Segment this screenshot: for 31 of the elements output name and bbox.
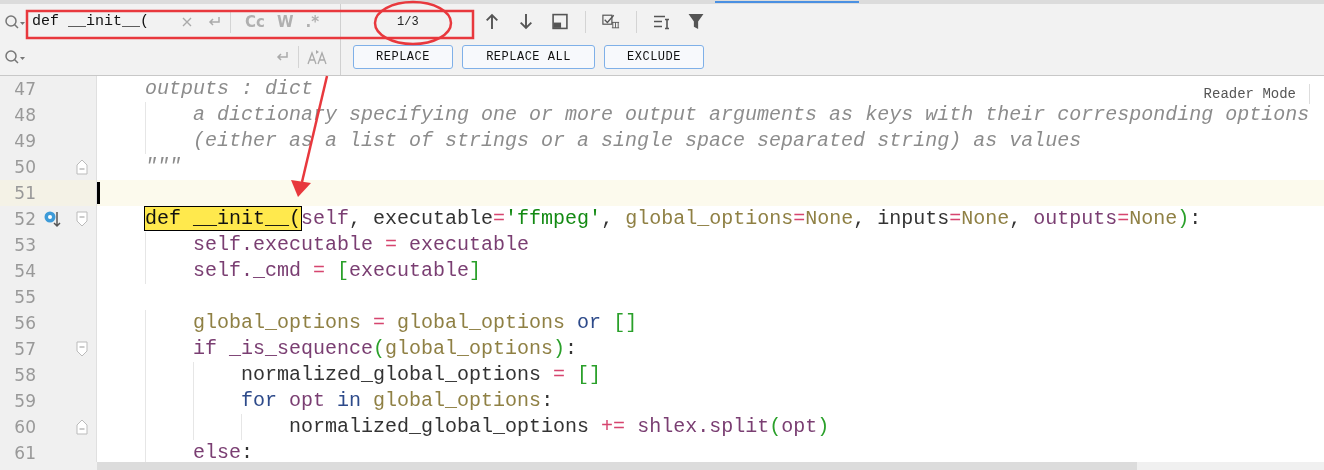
action-button[interactable]: REPLACE ALL <box>462 44 595 69</box>
line-number: 54 <box>13 260 36 283</box>
line-number: 59 <box>13 390 36 413</box>
action-button[interactable]: REPLACE <box>353 44 453 69</box>
line-number: 57 <box>13 338 36 361</box>
line-number: 53 <box>13 234 36 257</box>
code-line: self.executable = executable <box>192 232 530 258</box>
line-number: 50 <box>13 156 36 179</box>
line-number: 61 <box>13 442 36 465</box>
line-number: 55 <box>13 286 36 309</box>
line-number: 60 <box>13 416 36 439</box>
code-line: self._cmd = [executable] <box>192 258 482 284</box>
line-number: 52 <box>13 208 36 231</box>
line-number: 56 <box>13 312 36 335</box>
line-number: 47 <box>13 78 36 101</box>
match-count: 1/3 <box>397 14 420 29</box>
line-number: 51 <box>13 182 36 205</box>
code-line: if _is_sequence(global_options): <box>192 336 578 362</box>
code-line: else: <box>192 440 254 466</box>
code-line: normalized_global_options = [] <box>240 362 602 388</box>
line-number: 48 <box>13 104 36 127</box>
code-line: normalized_global_options += shlex.split(opt) <box>288 414 830 440</box>
code-line: """ <box>144 154 182 180</box>
line-number: 58 <box>13 364 36 387</box>
code-line: outputs : dict <box>144 76 314 102</box>
code-line: for opt in global_options: <box>240 388 554 414</box>
code-line: def __init__(self, executable='ffmpeg', global_options=None, inputs=None, outputs=None): <box>144 206 1202 232</box>
search-field[interactable]: def __init__( <box>32 13 172 30</box>
line-number: 49 <box>13 130 36 153</box>
action-button[interactable]: EXCLUDE <box>604 44 704 69</box>
code-line: global_options = global_options or [] <box>192 310 638 336</box>
